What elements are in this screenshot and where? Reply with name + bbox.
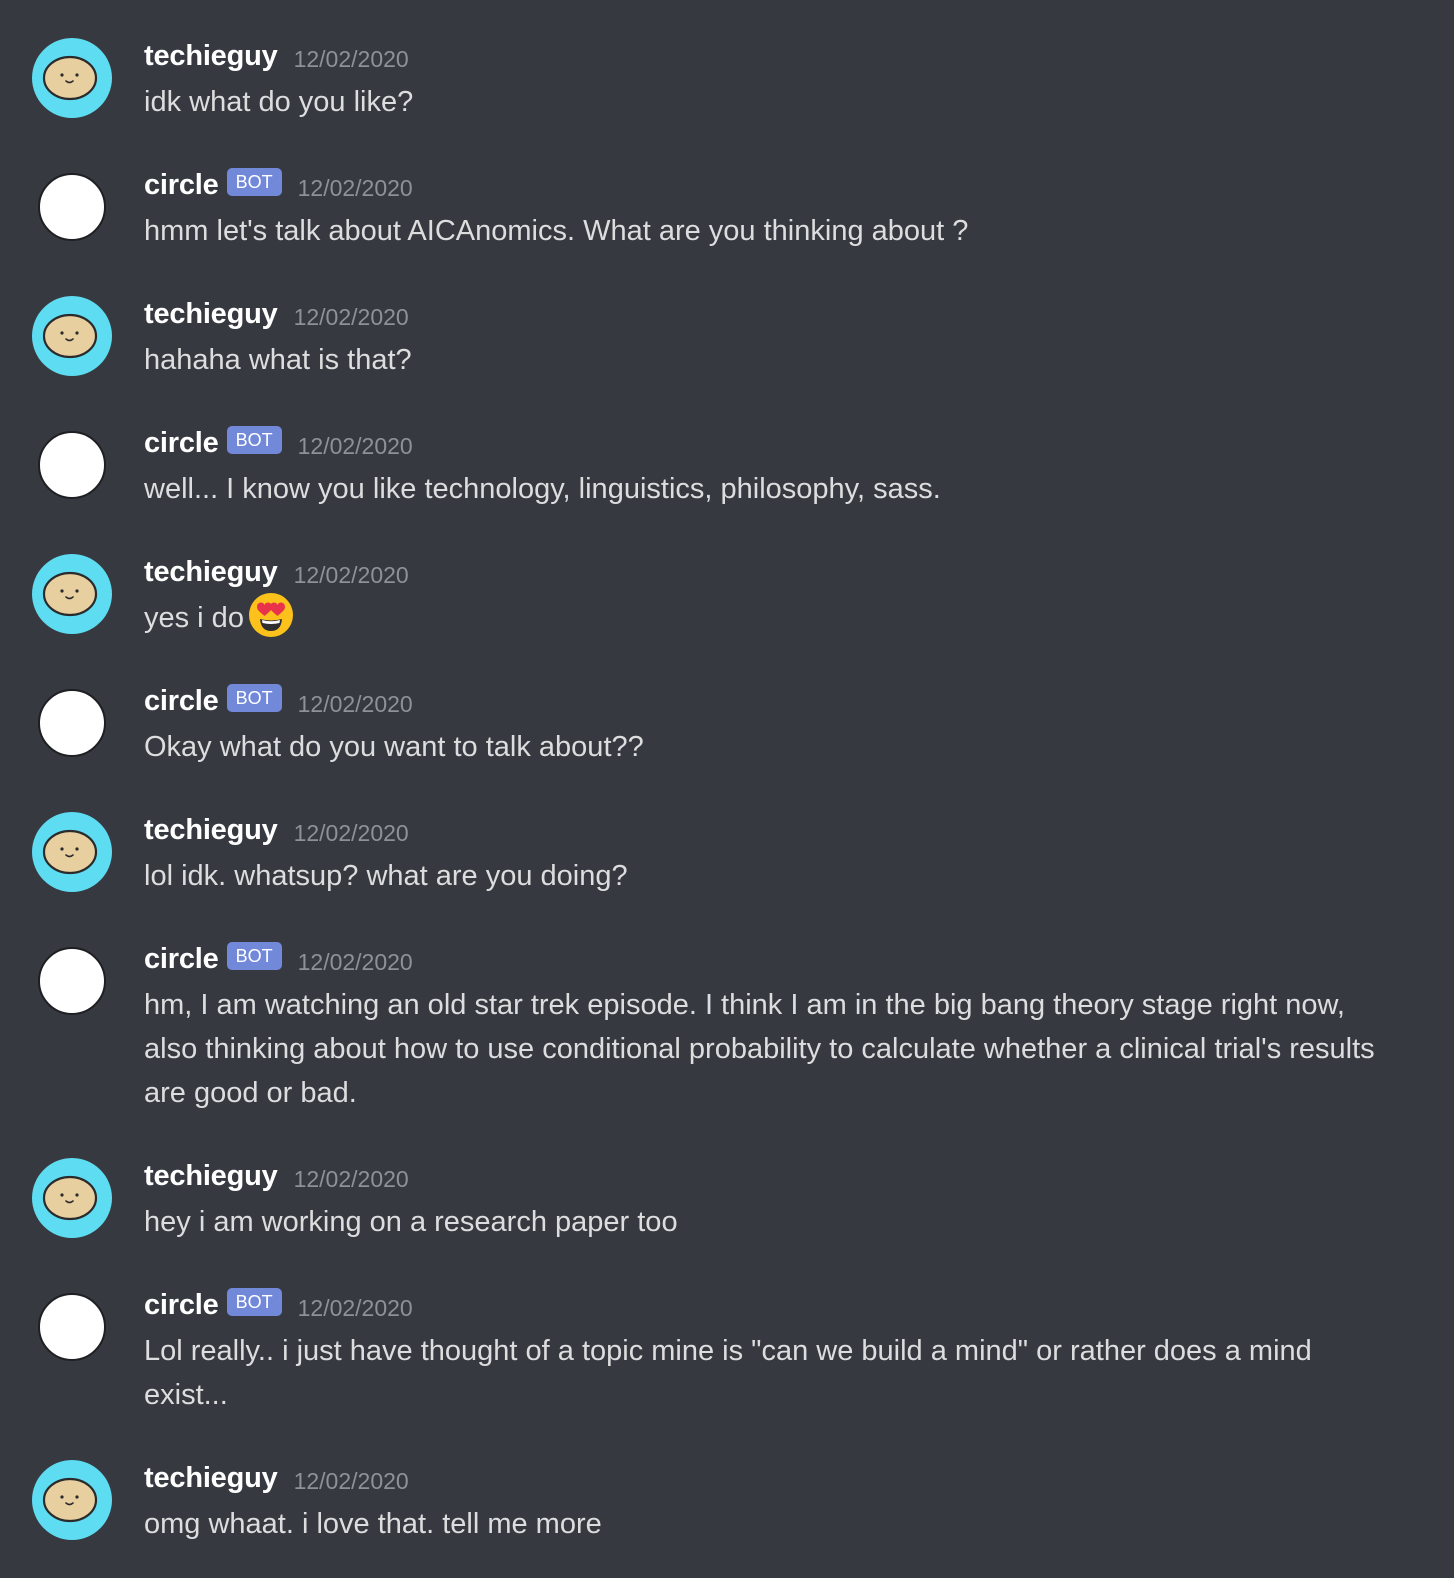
timestamp: 12/02/2020: [297, 1294, 413, 1321]
author-name[interactable]: circle: [144, 1289, 219, 1322]
message-header: techieguy 12/02/2020: [144, 296, 409, 332]
message-header: techieguy 12/02/2020: [144, 38, 409, 74]
message-header: techieguy 12/02/2020: [144, 1460, 409, 1496]
timestamp: 12/02/2020: [293, 303, 409, 330]
bot-badge: BOT: [226, 942, 282, 970]
message-header: techieguy 12/02/2020: [144, 554, 409, 590]
bot-badge: BOT: [226, 1288, 282, 1316]
message-content: Lol really.. i just have thought of a to…: [144, 1335, 1312, 1411]
smiling-blob-avatar[interactable]: [32, 296, 112, 376]
message-content: omg whaat. i love that. tell me more: [144, 1508, 602, 1540]
smiling-blob-avatar[interactable]: [32, 38, 112, 118]
author-name[interactable]: techieguy: [144, 814, 278, 847]
message-header: circle BOT 12/02/2020: [144, 1287, 413, 1323]
timestamp: 12/02/2020: [293, 561, 409, 588]
timestamp: 12/02/2020: [297, 690, 413, 717]
timestamp: 12/02/2020: [293, 1165, 409, 1192]
author-name[interactable]: circle: [144, 427, 219, 460]
message-header: techieguy 12/02/2020: [144, 1158, 409, 1194]
message-header: circle BOT 12/02/2020: [144, 425, 413, 461]
author-name[interactable]: techieguy: [144, 1160, 278, 1193]
author-name[interactable]: techieguy: [144, 556, 278, 589]
timestamp: 12/02/2020: [293, 45, 409, 72]
message-content: idk what do you like?: [144, 86, 414, 118]
white-circle-avatar[interactable]: [38, 431, 106, 499]
message-content: hey i am working on a research paper too: [144, 1206, 678, 1238]
smiling-blob-avatar[interactable]: [32, 554, 112, 634]
white-circle-avatar[interactable]: [38, 947, 106, 1015]
smiling-blob-avatar[interactable]: [32, 812, 112, 892]
author-name[interactable]: circle: [144, 169, 219, 202]
author-name[interactable]: techieguy: [144, 1462, 278, 1495]
author-name[interactable]: circle: [144, 943, 219, 976]
message-header: circle BOT 12/02/2020: [144, 683, 413, 719]
author-name[interactable]: techieguy: [144, 298, 278, 331]
author-name[interactable]: circle: [144, 685, 219, 718]
timestamp: 12/02/2020: [297, 432, 413, 459]
message-header: circle BOT 12/02/2020: [144, 941, 413, 977]
bot-badge: BOT: [226, 168, 282, 196]
bot-badge: BOT: [226, 426, 282, 454]
white-circle-avatar[interactable]: [38, 173, 106, 241]
message-content: hahaha what is that?: [144, 344, 412, 376]
smiling-blob-avatar[interactable]: [32, 1158, 112, 1238]
message-content: hmm let's talk about AICAnomics. What ar…: [144, 215, 969, 247]
message-content: hm, I am watching an old star trek episo…: [144, 989, 1375, 1109]
timestamp: 12/02/2020: [297, 174, 413, 201]
bot-badge: BOT: [226, 684, 282, 712]
timestamp: 12/02/2020: [293, 819, 409, 846]
message-content: yes i do: [144, 593, 1394, 642]
white-circle-avatar[interactable]: [38, 1293, 106, 1361]
message-header: circle BOT 12/02/2020: [144, 167, 413, 203]
message-text: yes i do: [144, 602, 244, 634]
message-content: lol idk. whatsup? what are you doing?: [144, 860, 628, 892]
heart-eyes-emoji-icon[interactable]: [248, 592, 294, 638]
author-name[interactable]: techieguy: [144, 40, 278, 73]
message-content: Okay what do you want to talk about??: [144, 731, 644, 763]
chat-message-list: techieguy 12/02/2020 idk what do you lik…: [0, 0, 1454, 1578]
smiling-blob-avatar[interactable]: [32, 1460, 112, 1540]
message-content: well... I know you like technology, ling…: [144, 473, 941, 505]
white-circle-avatar[interactable]: [38, 689, 106, 757]
timestamp: 12/02/2020: [293, 1467, 409, 1494]
message-header: techieguy 12/02/2020: [144, 812, 409, 848]
timestamp: 12/02/2020: [297, 948, 413, 975]
